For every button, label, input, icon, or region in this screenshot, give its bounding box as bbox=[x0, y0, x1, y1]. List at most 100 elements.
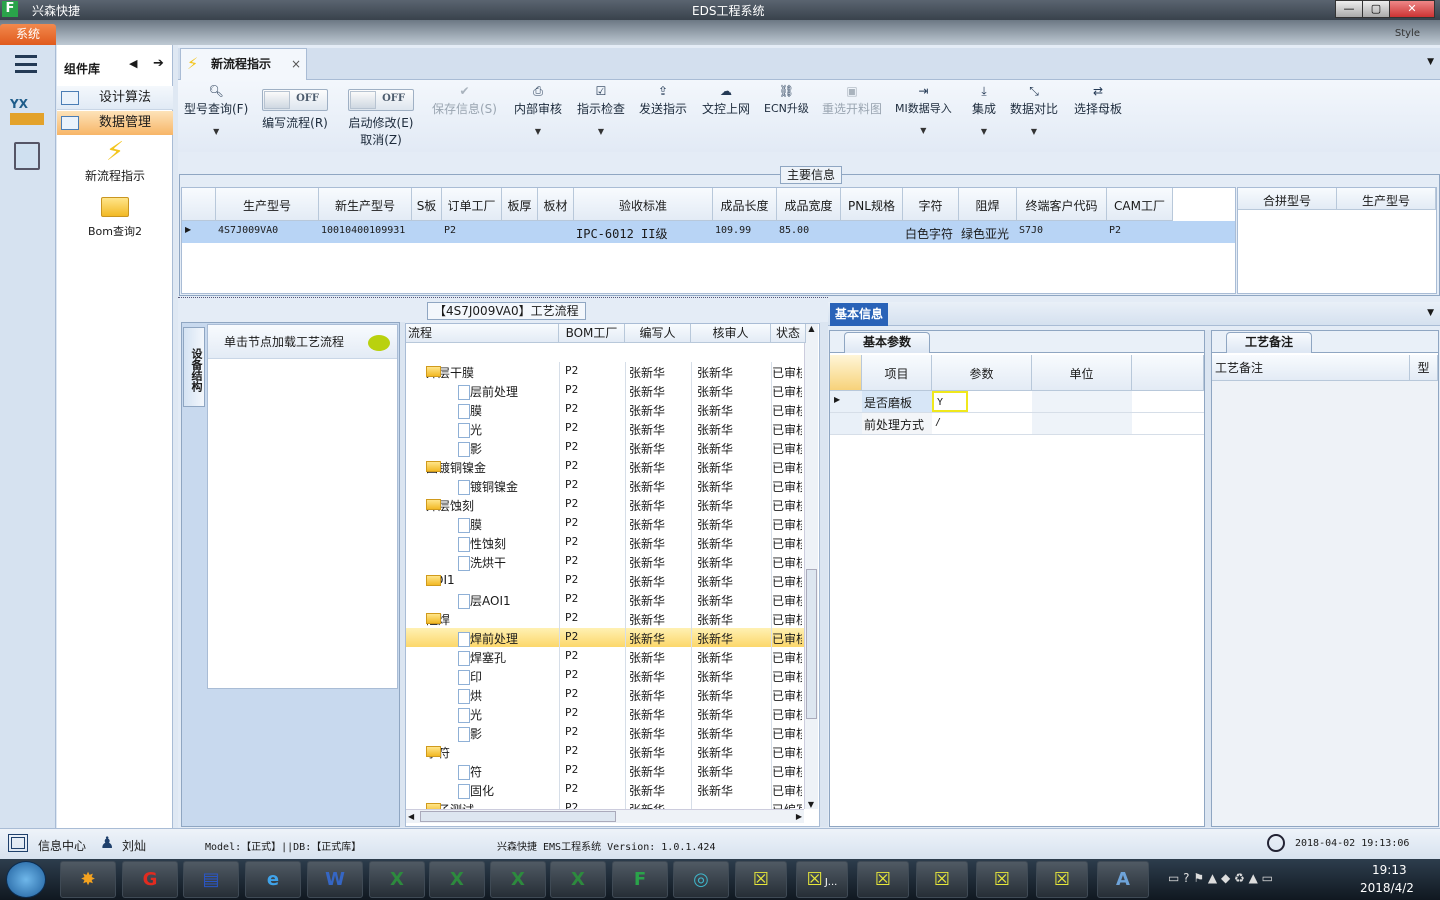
scroll-thumb[interactable] bbox=[806, 569, 817, 719]
column-header[interactable]: 项目 bbox=[862, 355, 932, 391]
tree-row[interactable]: 丝印 P2 张新华 张新华 已审核 bbox=[406, 666, 816, 685]
param-value-input[interactable]: Y bbox=[932, 391, 968, 412]
tree-row[interactable]: 贴膜 P2 张新华 张新华 已审核 bbox=[406, 400, 816, 419]
collapse-left-icon[interactable]: ◀ bbox=[129, 57, 137, 70]
taskbar-app-excel-x[interactable]: ☒ bbox=[735, 861, 787, 898]
column-header[interactable]: 验收标准 bbox=[574, 188, 713, 221]
taskbar-app-excel-x-j[interactable]: ☒ J... bbox=[796, 861, 848, 898]
taskbar-app-eds-f[interactable]: F bbox=[612, 861, 668, 898]
column-header[interactable]: 单位 bbox=[1032, 355, 1132, 391]
column-header[interactable]: 核审人 bbox=[691, 324, 771, 343]
dropdown-arrow-icon[interactable]: ▼ bbox=[895, 126, 952, 135]
column-header[interactable]: BOM工厂 bbox=[559, 324, 625, 343]
dropdown-arrow-icon[interactable]: ▼ bbox=[514, 127, 562, 136]
column-header-type[interactable]: 型 bbox=[1410, 355, 1438, 381]
scroll-thumb[interactable] bbox=[420, 811, 616, 822]
tree-row[interactable]: 曝光 P2 张新华 张新华 已审核 bbox=[406, 704, 816, 723]
column-header[interactable]: 参数 bbox=[932, 355, 1032, 391]
column-header[interactable]: 板材 bbox=[538, 188, 574, 221]
close-tab-icon[interactable]: × bbox=[291, 49, 301, 79]
tab-basic-params[interactable]: 基本参数 bbox=[844, 332, 930, 353]
taskbar-app-excel-x[interactable]: ☒ bbox=[976, 861, 1028, 898]
tab-process-remark[interactable]: 工艺备注 bbox=[1226, 332, 1312, 353]
column-header[interactable]: PNL规格 bbox=[841, 188, 903, 221]
taskbar-app-ie[interactable]: e bbox=[245, 861, 301, 898]
send-instruction-button[interactable]: ⇪ 发送指示 bbox=[639, 84, 687, 117]
column-header[interactable]: 阻焊 bbox=[959, 188, 1017, 221]
taskbar-app-excel[interactable]: X bbox=[490, 861, 546, 898]
column-header[interactable]: 终端客户代码 bbox=[1017, 188, 1107, 221]
taskbar-app-excel-x[interactable]: ☒ bbox=[916, 861, 968, 898]
taskbar-app-excel-x[interactable]: ☒ bbox=[857, 861, 909, 898]
column-header[interactable]: 订单工厂 bbox=[442, 188, 502, 221]
tree-row[interactable]: −外层干膜 P2 张新华 张新华 已审核 bbox=[406, 362, 816, 381]
column-header[interactable]: 成品长度 bbox=[713, 188, 777, 221]
tray-icons[interactable]: ▭ ? ⚑ ▲ ◆ ♻ ▲ ▭ bbox=[1168, 871, 1273, 885]
instruction-check-button[interactable]: ☑ 指示检查 ▼ bbox=[577, 84, 625, 136]
column-header[interactable]: 生产型号 bbox=[216, 188, 319, 221]
start-modify-toggle[interactable]: OFF 启动修改(E) 取消(Z) bbox=[348, 84, 414, 148]
taskbar-app-foxit[interactable]: G bbox=[122, 861, 178, 898]
sidebar-item-data-management[interactable]: 数据管理 bbox=[57, 111, 173, 135]
taskbar-app-excel[interactable]: X bbox=[369, 861, 425, 898]
table-row[interactable]: ▶ 是否磨板 Y bbox=[830, 391, 1204, 413]
dropdown-arrow-icon[interactable]: ▼ bbox=[577, 127, 625, 136]
calculator-icon[interactable] bbox=[14, 142, 40, 170]
column-header-remark[interactable]: 工艺备注 bbox=[1212, 355, 1410, 381]
splitter[interactable] bbox=[178, 297, 828, 301]
pin-panel-icon[interactable]: ➔ bbox=[153, 56, 164, 71]
select-mother-board-button[interactable]: ⇄ 选择母板 bbox=[1074, 84, 1122, 117]
hamburger-menu-icon[interactable] bbox=[15, 55, 37, 73]
tree-row[interactable]: 阻焊塞孔 P2 张新华 张新华 已审核 bbox=[406, 647, 816, 666]
taskbar-app-excel[interactable]: X bbox=[429, 861, 485, 898]
tree-row[interactable]: −字符 P2 张新华 张新华 已审核 bbox=[406, 742, 816, 761]
taskbar-app-word[interactable]: W bbox=[307, 861, 363, 898]
scroll-down-icon[interactable]: ▼ bbox=[805, 800, 817, 809]
system-tab[interactable]: 系统 bbox=[0, 24, 56, 45]
column-header[interactable]: 字符 bbox=[903, 188, 959, 221]
doc-online-button[interactable]: ☁ 文控上网 bbox=[702, 84, 750, 117]
tab-list-dropdown-icon[interactable]: ▼ bbox=[1427, 57, 1434, 67]
tree-row[interactable]: 水洗烘干 P2 张新华 张新华 已审核 bbox=[406, 552, 816, 571]
model-query-button[interactable]: 🔍︎ 型号查询(F) ▼ bbox=[184, 84, 248, 136]
tree-row[interactable]: −电子测试 P2 张新华 已编写 bbox=[406, 799, 816, 809]
table-row[interactable]: 前处理方式 / bbox=[830, 413, 1204, 435]
data-compare-button[interactable]: ⤡ 数据对比 ▼ bbox=[1010, 84, 1058, 136]
dropdown-arrow-icon[interactable]: ▼ bbox=[184, 127, 248, 136]
integrate-button[interactable]: ⤓ 集成 ▼ bbox=[972, 84, 996, 136]
vertical-scrollbar[interactable]: ▲ ▼ bbox=[804, 324, 818, 809]
internal-review-button[interactable]: ⎙ 内部审核 ▼ bbox=[514, 84, 562, 136]
minimize-button[interactable]: — bbox=[1335, 0, 1363, 18]
column-header[interactable]: 成品宽度 bbox=[777, 188, 841, 221]
toggle-switch[interactable]: OFF bbox=[262, 89, 328, 111]
maximize-button[interactable]: ▢ bbox=[1362, 0, 1390, 18]
column-header[interactable]: S板 bbox=[412, 188, 442, 221]
tree-row[interactable]: 终固化 P2 张新华 张新华 已审核 bbox=[406, 780, 816, 799]
tree-row[interactable]: 阻焊前处理 P2 张新华 张新华 已审核 bbox=[406, 628, 816, 647]
style-menu[interactable]: Style bbox=[1395, 28, 1420, 39]
dropdown-arrow-icon[interactable]: ▼ bbox=[972, 127, 996, 136]
tree-row[interactable]: 退膜 P2 张新华 张新华 已审核 bbox=[406, 514, 816, 533]
taskbar-app-notepad[interactable]: A bbox=[1097, 861, 1149, 898]
write-flow-toggle[interactable]: OFF 编写流程(R) bbox=[262, 84, 328, 131]
vertical-splitter-right[interactable] bbox=[820, 322, 828, 827]
close-button[interactable]: ✕ bbox=[1389, 0, 1435, 18]
taskbar-app-excel-x[interactable]: ☒ bbox=[1036, 861, 1088, 898]
tree-row[interactable]: −阻焊 P2 张新华 张新华 已审核 bbox=[406, 609, 816, 628]
equipment-structure-vertical-tab[interactable]: 设备结构 bbox=[183, 327, 205, 407]
panel-dropdown-icon[interactable]: ▼ bbox=[1427, 308, 1434, 318]
tab-new-flow-instruction[interactable]: ⚡ 新流程指示 × bbox=[180, 48, 307, 81]
table-row[interactable]: ▶ 4S7J009VA0 10010400109931 P2 IPC-6012 II级 1… bbox=[182, 221, 1235, 243]
column-header[interactable]: 合拼型号 bbox=[1238, 188, 1337, 210]
scroll-right-icon[interactable]: ▶ bbox=[796, 812, 802, 821]
taskbar-app-network[interactable]: ◎ bbox=[673, 861, 729, 898]
toggle-switch[interactable]: OFF bbox=[348, 89, 414, 111]
tile-bom-query2[interactable]: Bom查询2 bbox=[57, 197, 173, 241]
factory-yx-icon[interactable]: YX bbox=[10, 97, 44, 129]
column-header[interactable]: 状态 bbox=[771, 324, 806, 343]
horizontal-scrollbar[interactable]: ◀ ▶ bbox=[406, 809, 804, 823]
column-header[interactable]: 新生产型号 bbox=[319, 188, 412, 221]
taskbar-app-excel[interactable]: X bbox=[550, 861, 606, 898]
tray-time[interactable]: 19:13 bbox=[1372, 863, 1407, 877]
tab-basic-info[interactable]: 基本信息 bbox=[830, 303, 889, 326]
